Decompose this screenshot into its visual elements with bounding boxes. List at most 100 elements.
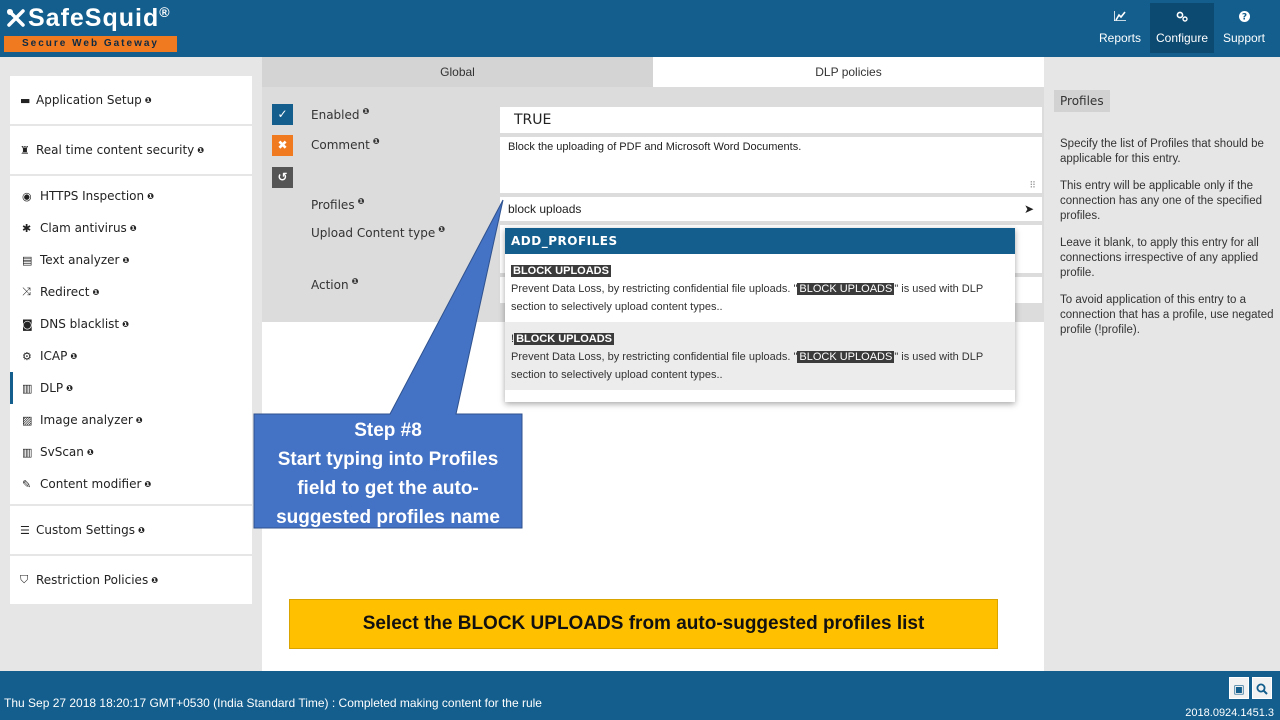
blacklist-icon: ◙ <box>22 317 33 331</box>
status-bar: Thu Sep 27 2018 18:20:17 GMT+0530 (India… <box>0 671 1280 720</box>
help-paragraph: This entry will be applicable only if th… <box>1060 180 1263 222</box>
action-label: Action ❶ <box>311 277 359 292</box>
svg-text:?: ? <box>1241 13 1246 22</box>
sidebar-item-image-analyzer[interactable]: ▨ Image analyzer ❶ <box>10 404 252 436</box>
step-callout: Step #8 Start typing into Profiles field… <box>256 416 520 528</box>
info-icon[interactable]: ❶ <box>130 224 137 233</box>
upload-content-type-label: Upload Content type ❶ <box>311 225 445 240</box>
autocomplete-option[interactable]: BLOCK UPLOADS Prevent Data Loss, by rest… <box>505 254 1015 322</box>
sidebar-item-clam-antivirus[interactable]: ✱ Clam antivirus ❶ <box>10 212 252 244</box>
info-icon[interactable]: ❶ <box>438 225 445 234</box>
info-icon[interactable]: ❶ <box>136 416 143 425</box>
barcode-icon: ▥ <box>22 445 33 459</box>
resize-grip-icon[interactable]: ⠿ <box>1029 180 1036 191</box>
sidebar-section-application-setup[interactable]: ▬ Application Setup ❶ <box>10 76 252 124</box>
sidebar-item-dlp[interactable]: ▥ DLP ❶ <box>10 372 252 404</box>
save-rule-button[interactable]: ✓ <box>272 104 293 125</box>
callout-line: field to get the auto- <box>297 478 479 499</box>
enabled-field[interactable]: TRUE <box>500 107 1042 133</box>
option-name: BLOCK UPLOADS <box>511 265 611 277</box>
nav-support-label: Support <box>1222 31 1266 45</box>
tab-global[interactable]: Global <box>262 57 653 87</box>
info-icon[interactable]: ❶ <box>122 256 129 265</box>
nav-configure[interactable]: Configure <box>1150 3 1214 53</box>
sidebar-item-label: HTTPS Inspection <box>40 189 145 203</box>
safesquid-logo[interactable]: SafeSquid® Secure Web Gateway <box>4 4 179 54</box>
help-paragraph: Leave it blank, to apply this entry for … <box>1060 237 1259 279</box>
sidebar-section-real-time-content-security[interactable]: ♜ Real time content security ❶ <box>10 126 252 174</box>
sidebar-item-label: Text analyzer <box>40 253 120 267</box>
info-icon[interactable]: ❶ <box>147 192 154 201</box>
logo-registered: ® <box>159 4 171 20</box>
info-icon[interactable]: ❶ <box>66 384 73 393</box>
eye-icon: ◉ <box>22 189 32 203</box>
callout-line: suggested profiles name <box>276 507 500 528</box>
callout-line: Start typing into Profiles <box>277 449 499 470</box>
info-icon[interactable]: ❶ <box>138 526 145 535</box>
status-message: Thu Sep 27 2018 18:20:17 GMT+0530 (India… <box>4 696 542 710</box>
sidebar-item-label: DLP <box>40 381 64 395</box>
sidebar-item-icap[interactable]: ⚙ ICAP ❶ <box>10 340 252 372</box>
sidebar-section-label: Application Setup <box>36 93 142 107</box>
help-paragraph: Specify the list of Profiles that should… <box>1060 138 1264 165</box>
sidebar-item-dns-blacklist[interactable]: ◙ DNS blacklist ❶ <box>10 308 252 340</box>
info-icon[interactable]: ❶ <box>144 480 151 489</box>
sidebar-item-label: SvScan <box>40 445 84 459</box>
info-icon[interactable]: ❶ <box>363 107 370 116</box>
nav-configure-label: Configure <box>1155 31 1209 45</box>
option-name: BLOCK UPLOADS <box>514 333 615 345</box>
sidebar-item-label: Redirect <box>40 285 90 299</box>
sidebar-section-label: Real time content security <box>36 143 195 157</box>
info-icon[interactable]: ❶ <box>87 448 94 457</box>
sidebar-item-https-inspection[interactable]: ◉ HTTPS Inspection ❶ <box>10 180 252 212</box>
help-paragraph: To avoid application of this entry to a … <box>1060 294 1274 336</box>
info-icon[interactable]: ❶ <box>358 197 365 206</box>
info-icon[interactable]: ❶ <box>197 146 204 155</box>
logo-name: SafeSquid <box>28 4 160 32</box>
profiles-input-text: block uploads <box>508 202 582 216</box>
help-text: Specify the list of Profiles that should… <box>1060 137 1276 350</box>
sidebar-item-text-analyzer[interactable]: ▤ Text analyzer ❶ <box>10 244 252 276</box>
close-icon: ✖ <box>277 138 288 152</box>
undo-rule-button[interactable]: ↺ <box>272 167 293 188</box>
nav-support[interactable]: ? Support <box>1216 3 1272 53</box>
profiles-autocomplete: ADD_PROFILES BLOCK UPLOADS Prevent Data … <box>505 228 1015 402</box>
comment-text: Block the uploading of PDF and Microsoft… <box>508 141 802 153</box>
sidebar-section-custom-settings[interactable]: ☰ Custom Settings ❶ <box>10 506 252 554</box>
info-icon[interactable]: ❶ <box>373 137 380 146</box>
comment-label: Comment ❶ <box>311 137 380 152</box>
info-icon[interactable]: ❶ <box>145 96 152 105</box>
tab-bar: Global DLP policies <box>262 57 1044 87</box>
comment-textarea[interactable]: Block the uploading of PDF and Microsoft… <box>500 137 1042 193</box>
profiles-input[interactable]: block uploads ➤ <box>500 197 1042 221</box>
document-icon: ▤ <box>22 253 33 267</box>
sidebar-item-content-modifier[interactable]: ✎ Content modifier ❶ <box>10 468 252 500</box>
sidebar-item-svscan[interactable]: ▥ SvScan ❶ <box>10 436 252 468</box>
help-title: Profiles <box>1054 90 1110 112</box>
sidebar-item-redirect[interactable]: ⤨ Redirect ❶ <box>10 276 252 308</box>
info-icon[interactable]: ❶ <box>93 288 100 297</box>
save-config-button[interactable]: ▣ <box>1229 677 1249 699</box>
top-header: SafeSquid® Secure Web Gateway Reports Co… <box>0 0 1280 57</box>
sliders-icon: ☰ <box>20 523 30 537</box>
info-icon[interactable]: ❶ <box>122 320 129 329</box>
question-icon: ? <box>1216 11 1272 29</box>
briefcase-icon: ▬ <box>20 93 31 107</box>
version-label: 2018.0924.1451.3 <box>1185 707 1274 719</box>
info-icon[interactable]: ❶ <box>151 576 158 585</box>
nav-reports-label: Reports <box>1098 31 1142 45</box>
gear-icon: ⚙ <box>22 349 32 363</box>
autocomplete-option-negated[interactable]: ! BLOCK UPLOADS Prevent Data Loss, by res… <box>505 322 1015 390</box>
send-icon[interactable]: ➤ <box>1024 197 1034 221</box>
image-icon: ▨ <box>22 413 33 427</box>
info-icon[interactable]: ❶ <box>70 352 77 361</box>
search-icon <box>1256 683 1268 695</box>
shuffle-icon: ⤨ <box>22 285 31 298</box>
search-button[interactable] <box>1252 677 1272 699</box>
nav-reports[interactable]: Reports <box>1092 3 1148 53</box>
tab-dlp-policies[interactable]: DLP policies <box>653 57 1044 87</box>
sidebar-section-restriction-policies[interactable]: ⛉ Restriction Policies ❶ <box>10 556 252 604</box>
info-icon[interactable]: ❶ <box>352 277 359 286</box>
cancel-rule-button[interactable]: ✖ <box>272 135 293 156</box>
save-icon: ▣ <box>1233 682 1245 696</box>
